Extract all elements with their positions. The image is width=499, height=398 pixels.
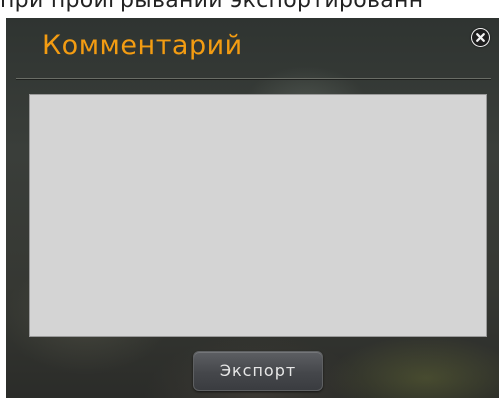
- background-page-text: при проигрывании экспортированн: [0, 0, 424, 13]
- dialog-title: Комментарий: [42, 30, 243, 61]
- comment-dialog: Комментарий Экспорт: [6, 18, 499, 398]
- export-button[interactable]: Экспорт: [193, 351, 323, 391]
- comment-textarea[interactable]: [29, 94, 487, 337]
- title-divider: [16, 78, 491, 80]
- close-icon: [472, 29, 489, 46]
- close-button[interactable]: [471, 28, 490, 47]
